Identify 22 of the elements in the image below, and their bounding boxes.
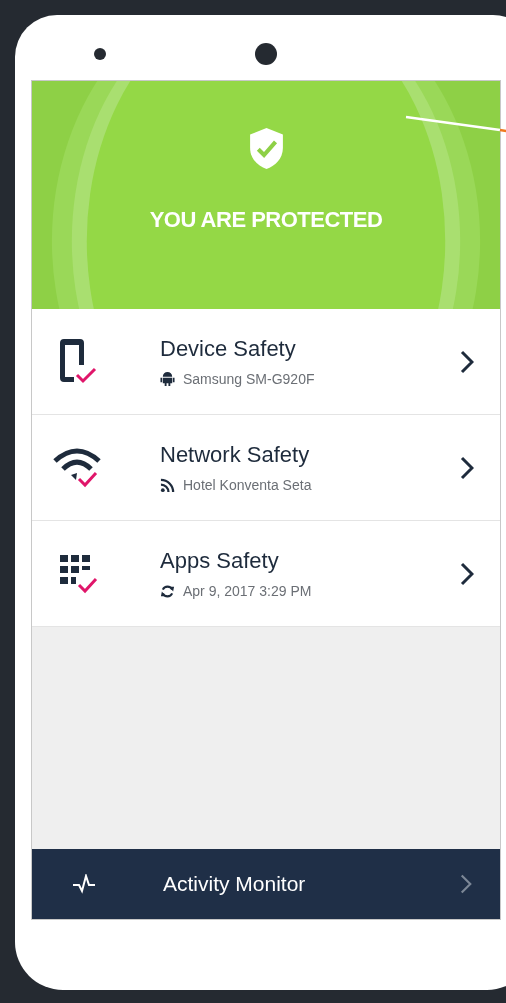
safety-list-item[interactable]: Network Safety Hotel Konventa Seta [32, 415, 500, 521]
protection-status: YOU ARE PROTECTED [149, 207, 383, 233]
refresh-icon [160, 583, 175, 599]
item-detail: Apr 9, 2017 3:29 PM [183, 583, 312, 599]
item-title: Network Safety [160, 442, 311, 468]
chevron-right-icon [460, 873, 472, 895]
activity-monitor-bar[interactable]: Activity Monitor [32, 849, 500, 919]
chevron-right-icon [460, 561, 474, 586]
chevron-right-icon [460, 455, 474, 480]
safety-list-item[interactable]: Device Safety Samsung SM-G920F [32, 309, 500, 415]
item-title: Device Safety [160, 336, 297, 362]
item-detail: Hotel Konventa Seta [183, 477, 312, 493]
camera-icon [255, 43, 277, 65]
shield-check-icon [249, 128, 283, 169]
sensor-icon [94, 48, 106, 60]
item-detail: Samsung SM-G920F [183, 371, 315, 387]
signal-icon [160, 477, 175, 493]
item-title: Apps Safety [160, 548, 280, 574]
pulse-icon [72, 874, 96, 894]
android-icon [160, 371, 175, 387]
safety-list-item[interactable]: Apps Safety Apr 9, 2017 3:29 PM [32, 521, 500, 627]
chevron-right-icon [460, 349, 474, 374]
